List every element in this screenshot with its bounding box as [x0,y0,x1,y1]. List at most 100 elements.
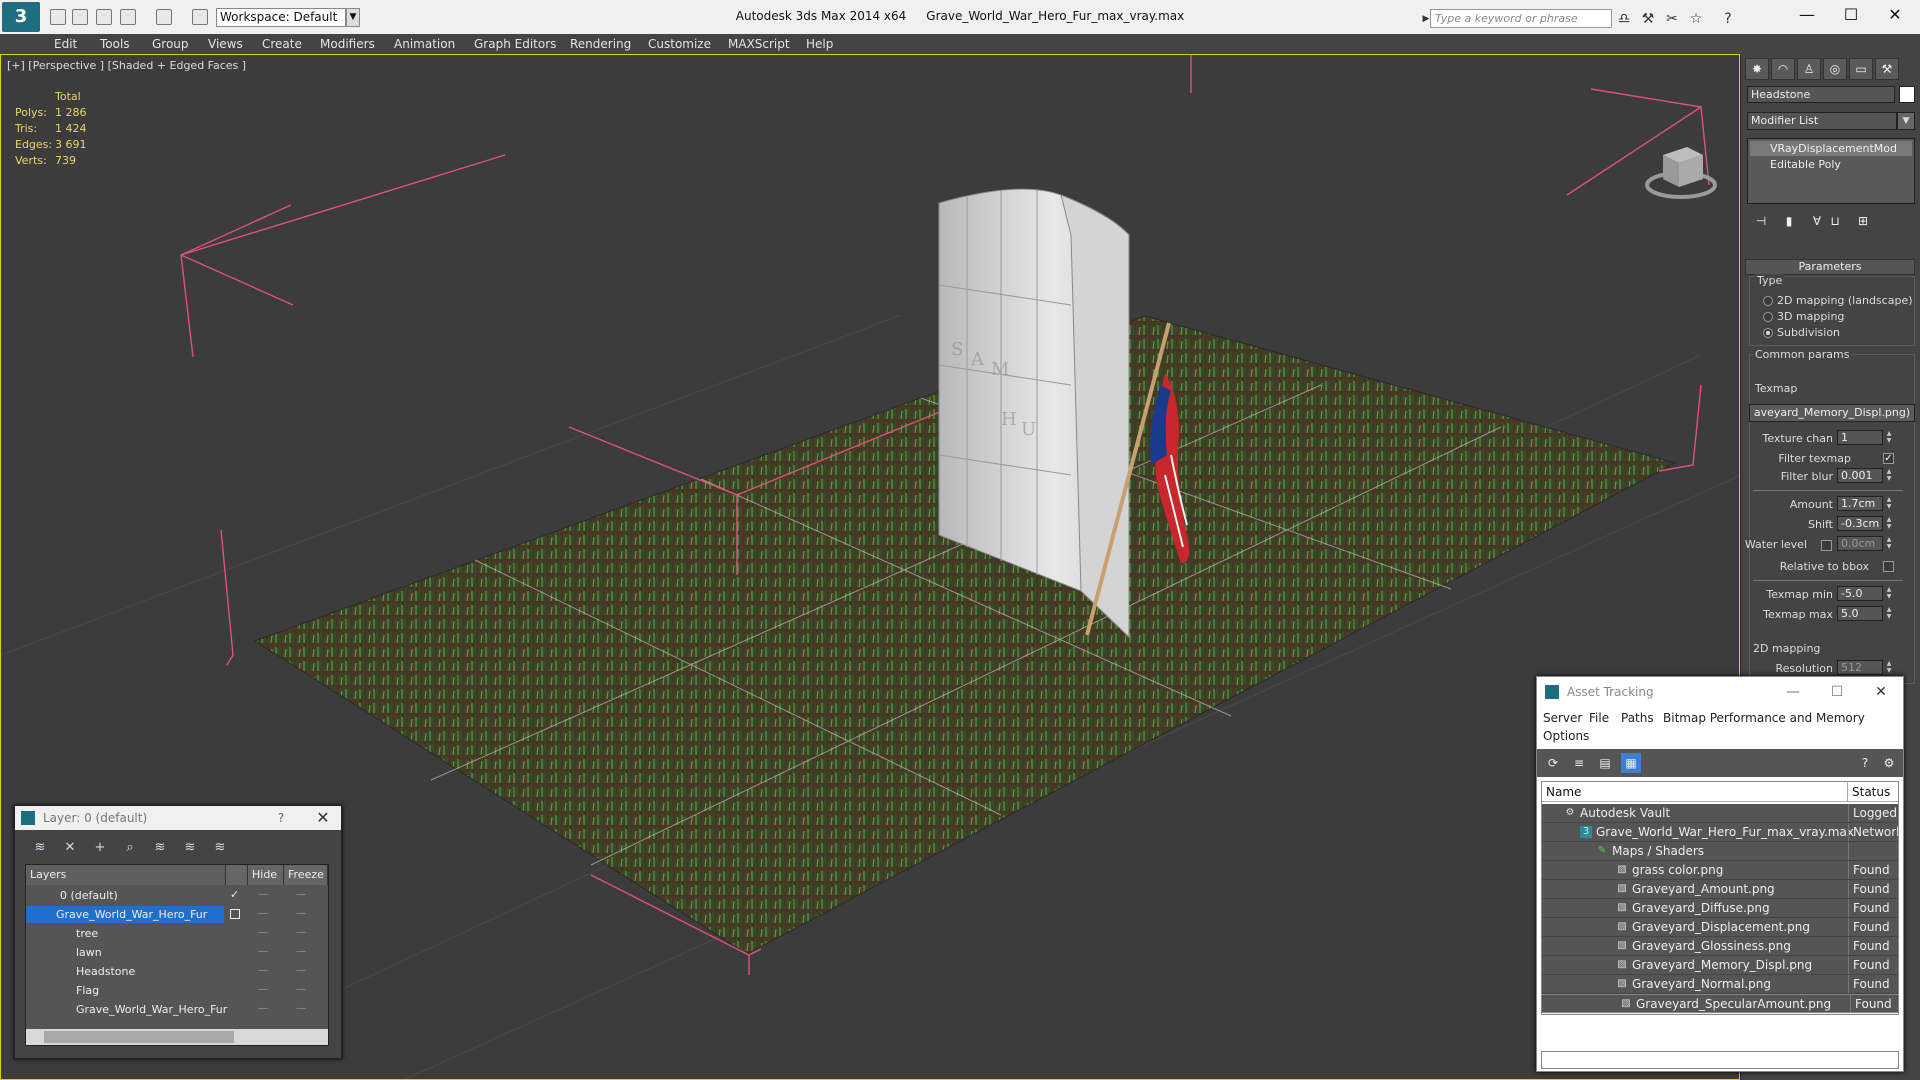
texmap-max-field[interactable]: 5.0 [1837,606,1883,621]
asset-row[interactable]: ▧ grass color.png Found [1542,861,1898,880]
binoculars-icon[interactable]: ♎ [1616,11,1632,27]
asset-close-button[interactable]: ✕ [1859,677,1903,707]
layers-icon[interactable]: ≋ [29,838,51,858]
radio-2d-mapping[interactable] [1763,296,1773,306]
texmap-min-field[interactable]: -5.0 [1837,586,1883,601]
close-button[interactable]: ✕ [1872,0,1918,30]
radio-3d-mapping[interactable] [1763,312,1773,322]
asset-row[interactable]: 3 Grave_World_War_Hero_Fur_max_vray.max … [1542,823,1898,842]
menu-maxscript[interactable]: MAXScript [728,34,790,54]
layer-scroll-thumb[interactable] [44,1031,234,1043]
asset-row[interactable]: ⚙ Autodesk Vault Logged O [1542,804,1898,823]
texmap-max-spinner[interactable]: ▲ ▼ [1885,606,1893,621]
resolution-field[interactable]: 512 [1837,660,1883,675]
asset-row[interactable]: ▧ Graveyard_SpecularAmount.png Found [1541,994,1899,1013]
stack-item-vray-displacement[interactable]: VRayDisplacementMod [1750,141,1912,156]
delete-layer-icon[interactable]: ✕ [59,838,81,858]
freeze-toggle[interactable]: — [296,889,312,900]
hierarchy-tab-icon[interactable]: ♙ [1797,58,1821,80]
menu-tools[interactable]: Tools [100,34,130,54]
favorites-star-icon[interactable]: ☆ [1688,11,1704,27]
hide-toggle[interactable]: — [258,908,274,919]
asset-row[interactable]: ✎ Maps / Shaders [1542,842,1898,861]
menu-rendering[interactable]: Rendering [570,34,631,54]
layer-help-button[interactable]: ? [269,806,293,830]
freeze-toggle[interactable]: — [296,946,312,957]
amount-spinner[interactable]: ▲ ▼ [1885,496,1893,511]
freeze-toggle[interactable]: — [296,965,312,976]
filter-blur-field[interactable]: 0.001 [1837,468,1883,483]
freeze-toggle[interactable]: — [296,1003,312,1014]
layer-row[interactable]: Flag — — [26,982,328,1001]
show-end-result-icon[interactable]: ▮ [1779,212,1799,230]
hide-toggle[interactable]: — [258,889,274,900]
table-view-icon[interactable]: ▦ [1621,753,1641,773]
asset-row[interactable]: ▧ Graveyard_Normal.png Found [1542,975,1898,994]
viewport-label[interactable]: [+] [Perspective ] [Shaded + Edged Faces… [7,59,246,72]
layer-row[interactable]: Grave_World_War_Hero_Fur — — [26,1001,328,1020]
texture-chan-field[interactable]: 1 [1837,430,1883,445]
menu-edit[interactable]: Edit [54,34,77,54]
minimize-button[interactable]: — [1784,0,1830,30]
stack-item-editable-poly[interactable]: Editable Poly [1750,157,1912,172]
hide-toggle[interactable]: — [258,927,274,938]
refresh-icon[interactable]: ⟳ [1543,753,1563,773]
hide-column-header[interactable]: Hide [248,865,284,885]
texmap-button[interactable]: aveyard_Memory_Displ.png) [1749,404,1915,422]
menu-modifiers[interactable]: Modifiers [320,34,375,54]
menu-help[interactable]: Help [806,34,833,54]
asset-menu-server[interactable]: Server [1543,711,1582,725]
asset-settings-icon[interactable]: ⚙ [1879,753,1899,773]
subscription-icon[interactable]: ⚒ [1640,11,1656,27]
hide-toggle[interactable]: — [258,1003,274,1014]
shift-spinner[interactable]: ▲ ▼ [1885,516,1893,531]
layer-row[interactable]: Grave_World_War_Hero_Fur — — [26,906,328,925]
asset-name-column-header[interactable]: Name [1542,782,1848,802]
asset-maximize-button[interactable]: ☐ [1815,677,1859,707]
search-input[interactable]: Type a keyword or phrase [1430,9,1612,28]
filter-texmap-checkbox[interactable]: ✓ [1883,453,1894,464]
asset-help-icon[interactable]: ? [1855,753,1875,773]
freeze-toggle[interactable]: — [296,927,312,938]
asset-menu-file[interactable]: File [1589,711,1609,725]
asset-status-column-header[interactable]: Status [1848,782,1898,802]
resolution-spinner[interactable]: ▲ ▼ [1885,660,1893,675]
project-folder-icon[interactable] [192,9,208,25]
save-file-icon[interactable] [96,9,112,25]
asset-row[interactable]: ▧ Graveyard_Glossiness.png Found [1542,937,1898,956]
texmap-min-spinner[interactable]: ▲ ▼ [1885,586,1893,601]
thumbnail-view-icon[interactable]: ▤ [1595,753,1615,773]
asset-menu-bitmap-performance[interactable]: Bitmap Performance and Memory [1663,711,1865,725]
modifier-list-select[interactable]: Modifier List [1747,112,1897,130]
undo-icon[interactable] [120,9,136,25]
asset-row[interactable]: ▧ Graveyard_Diffuse.png Found [1542,899,1898,918]
amount-field[interactable]: 1.7cm [1837,496,1883,511]
asset-row[interactable]: ▧ Graveyard_Amount.png Found [1542,880,1898,899]
freeze-column-header[interactable]: Freeze [284,865,328,885]
texture-chan-spinner[interactable]: ▲ ▼ [1885,430,1893,445]
radio-subdivision[interactable] [1763,328,1773,338]
app-menu-button[interactable]: 3 [2,2,40,32]
freeze-all-icon[interactable]: ≋ [209,838,231,858]
asset-minimize-button[interactable]: — [1771,677,1815,707]
filter-blur-spinner[interactable]: ▲ ▼ [1885,468,1893,483]
hide-all-icon[interactable]: ≋ [179,838,201,858]
water-level-spinner[interactable]: ▲ ▼ [1885,536,1893,551]
menu-views[interactable]: Views [208,34,243,54]
asset-menu-options[interactable]: Options [1543,729,1589,743]
hide-toggle[interactable]: — [258,984,274,995]
communication-icon[interactable]: ✂ [1664,11,1680,27]
shift-field[interactable]: -0.3cm [1837,516,1883,531]
layer-close-button[interactable]: ✕ [311,806,335,830]
freeze-toggle[interactable]: — [296,984,312,995]
layer-row[interactable]: 0 (default) ✓ — — [26,887,328,906]
viewcube-icon[interactable] [1645,147,1717,199]
pin-stack-icon[interactable]: ⊣ [1751,212,1771,230]
workspace-dropdown-icon[interactable]: ▼ [346,8,360,27]
layer-row[interactable]: Headstone — — [26,963,328,982]
modify-tab-icon[interactable]: ◠ [1771,58,1795,80]
object-color-swatch[interactable] [1899,86,1915,103]
layer-horizontal-scrollbar[interactable] [26,1029,328,1045]
menu-customize[interactable]: Customize [648,34,711,54]
set-current-box[interactable] [230,909,240,919]
